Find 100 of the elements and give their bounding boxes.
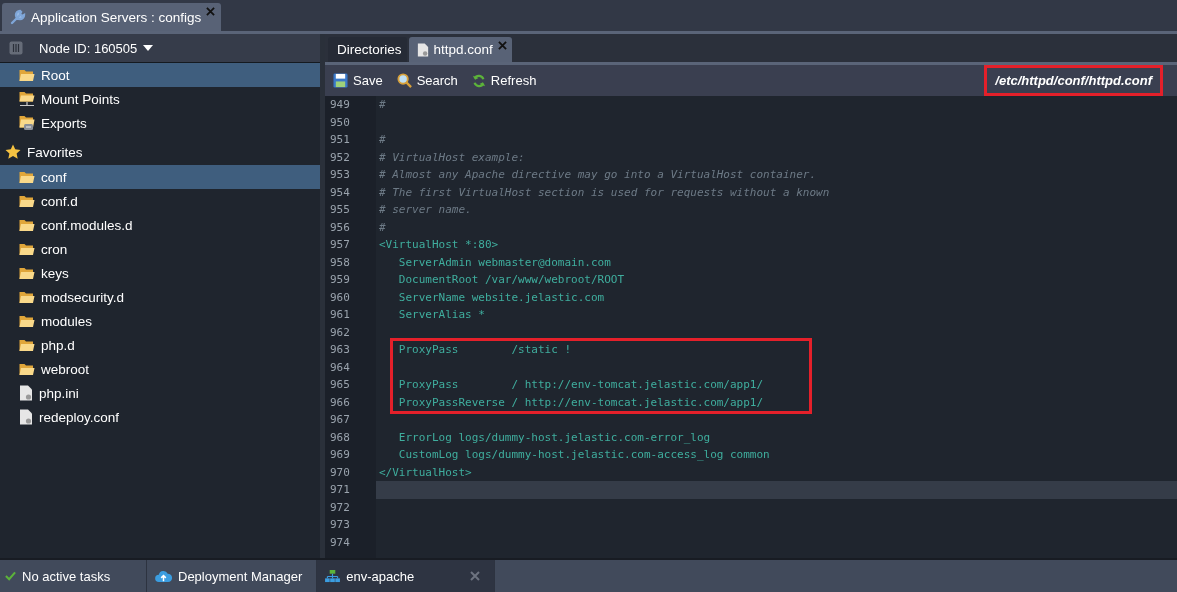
line-number: 958 <box>329 254 351 271</box>
line-number: 962 <box>329 324 351 341</box>
folder-icon <box>19 68 35 82</box>
check-icon <box>5 571 16 581</box>
line-number: 971 <box>329 482 351 498</box>
item-label: modsecurity.d <box>41 289 125 305</box>
item-label: conf.modules.d <box>41 217 133 233</box>
editor-tab[interactable]: Directories <box>328 37 407 62</box>
code-line: # VirtualHost example: <box>378 149 526 166</box>
code-line: # server name. <box>378 202 473 218</box>
close-icon[interactable] <box>470 571 481 581</box>
close-icon[interactable] <box>497 41 507 50</box>
tree-item[interactable]: Root <box>0 63 320 87</box>
tree-item[interactable]: conf.d <box>0 189 320 213</box>
tree-item[interactable]: conf.modules.d <box>0 213 320 237</box>
line-number: 956 <box>329 219 351 236</box>
save-icon <box>333 73 348 88</box>
folder-icon <box>19 338 35 352</box>
toolbar-button[interactable]: Refresh <box>471 73 537 88</box>
line-number: 955 <box>329 202 351 218</box>
tab-label: httpd.conf <box>433 42 493 57</box>
tree-item[interactable]: webroot <box>0 357 320 381</box>
item-label: Mount Points <box>41 91 120 107</box>
config-file-icon <box>416 42 429 57</box>
folder-icon <box>19 218 35 232</box>
cloud-upload-icon <box>155 569 172 583</box>
item-label: php.ini <box>39 385 79 401</box>
tree-item[interactable]: modules <box>0 309 320 333</box>
folder-icon <box>19 362 35 376</box>
node-selector[interactable]: Node ID: 160505 <box>39 40 154 56</box>
code-line: ProxyPass / http://env-tomcat.jelastic.com/app1/ <box>397 377 765 393</box>
line-number: 959 <box>329 272 351 288</box>
app-tab[interactable]: Application Servers : configs <box>2 3 222 31</box>
search-icon <box>396 73 412 88</box>
folder-icon <box>19 242 35 256</box>
item-label: redeploy.conf <box>39 409 120 425</box>
line-number: 970 <box>329 464 351 481</box>
code-line: # <box>378 132 387 148</box>
code-line: ErrorLog logs/dummy-host.jelastic.com-error_log <box>397 429 712 446</box>
star-icon <box>5 144 21 160</box>
folder-icon <box>19 266 35 280</box>
line-number: 974 <box>329 534 351 551</box>
tree-item[interactable]: Mount Points <box>0 87 320 111</box>
line-number: 967 <box>329 412 351 428</box>
line-number: 960 <box>329 289 351 306</box>
code-line: ServerAdmin webmaster@domain.com <box>397 254 612 271</box>
item-label: php.d <box>41 337 75 353</box>
item-label: webroot <box>41 361 90 377</box>
tree-item[interactable]: Exports <box>0 111 320 135</box>
code-line: # <box>378 219 387 236</box>
code-line: # The first VirtualHost section is used for requests without a known <box>378 184 831 201</box>
tree-item[interactable]: keys <box>0 261 320 285</box>
line-number: 964 <box>329 359 351 376</box>
tree-item[interactable]: redeploy.conf <box>0 405 320 429</box>
caret-icon <box>143 45 154 51</box>
line-number: 957 <box>329 237 351 253</box>
editor-tab[interactable]: httpd.conf <box>408 37 512 62</box>
taskbar-label: env-apache <box>346 568 415 584</box>
tree-item[interactable]: php.d <box>0 333 320 357</box>
tab-label: Directories <box>337 42 402 57</box>
code-line: ProxyPass /static ! <box>397 342 573 358</box>
item-label: cron <box>41 241 68 257</box>
taskbar-item[interactable]: env-apache <box>317 560 496 592</box>
folder-icon <box>19 290 35 304</box>
item-label: Favorites <box>27 144 83 160</box>
tree-item[interactable]: Favorites <box>0 135 320 165</box>
line-number: 966 <box>329 394 351 411</box>
taskbar-label: Deployment Manager <box>178 568 303 584</box>
item-label: conf <box>41 169 67 185</box>
item-label: Root <box>41 67 70 83</box>
code-line: CustomLog logs/dummy-host.jelastic.com-access_log common <box>397 447 771 463</box>
line-number: 969 <box>329 447 351 463</box>
refresh-icon <box>471 73 486 88</box>
folder-network-icon <box>19 91 35 107</box>
toolbar-button[interactable]: Search <box>396 73 458 88</box>
tab-label: Application Servers : configs <box>31 9 202 25</box>
tree-item[interactable]: cron <box>0 237 320 261</box>
close-icon[interactable] <box>206 7 216 16</box>
hierarchy-icon <box>325 569 341 583</box>
line-number: 963 <box>329 342 351 358</box>
line-number: 961 <box>329 307 351 323</box>
item-label: modules <box>41 313 93 329</box>
code-line: </VirtualHost> <box>378 464 473 481</box>
code-line: ProxyPassReverse / http://env-tomcat.jelastic.com/app1/ <box>397 394 765 411</box>
wrench-icon <box>10 9 26 25</box>
panel-icon[interactable] <box>9 41 23 55</box>
toolbar-button[interactable]: Save <box>333 73 383 88</box>
line-number: 953 <box>329 167 351 183</box>
line-number: 951 <box>329 132 351 148</box>
item-label: Exports <box>41 115 87 131</box>
line-number: 954 <box>329 184 351 201</box>
tree-item[interactable]: php.ini <box>0 381 320 405</box>
line-number: 949 <box>329 97 351 113</box>
folder-link-icon <box>19 115 35 131</box>
item-label: keys <box>41 265 69 281</box>
tree-item[interactable]: modsecurity.d <box>0 285 320 309</box>
taskbar-item[interactable]: No active tasks <box>0 560 147 592</box>
tree-item[interactable]: conf <box>0 165 320 189</box>
code-line: DocumentRoot /var/www/webroot/ROOT <box>397 272 626 288</box>
code-line: ServerAlias * <box>397 307 486 323</box>
